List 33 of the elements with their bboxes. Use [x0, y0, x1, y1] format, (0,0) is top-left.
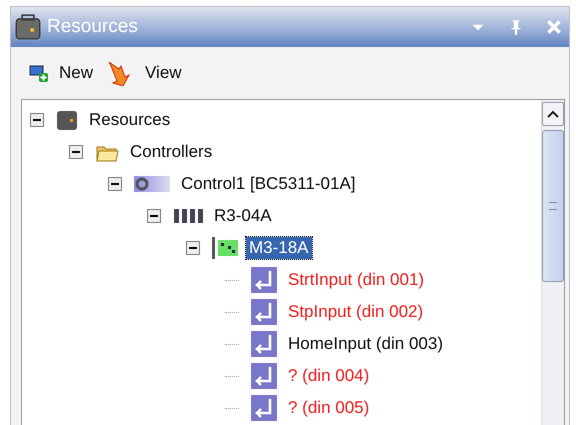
enter-icon — [251, 395, 277, 421]
scroll-thumb[interactable] — [542, 130, 564, 282]
close-icon[interactable] — [545, 18, 563, 36]
tree-item[interactable]: Resources — [86, 109, 174, 131]
briefcase-icon — [56, 109, 78, 131]
scrollbar[interactable] — [541, 100, 564, 425]
collapse-icon[interactable] — [30, 113, 44, 127]
enter-icon — [251, 331, 277, 357]
collapse-icon[interactable] — [69, 145, 83, 159]
window-title: Resources — [47, 16, 138, 38]
tree-item[interactable]: HomeInput (din 003) — [285, 333, 446, 355]
controller-icon — [134, 176, 170, 192]
tree-item[interactable]: Controllers — [127, 141, 216, 163]
view-button[interactable]: View — [103, 56, 186, 90]
collapse-icon[interactable] — [108, 177, 122, 191]
enter-icon — [251, 267, 277, 293]
tree-item[interactable]: ? (din 004) — [285, 365, 372, 387]
tree-item[interactable]: Control1 [BC5311-01A] — [178, 173, 359, 195]
collapse-icon[interactable] — [186, 241, 200, 255]
add-screen-icon — [29, 63, 49, 83]
rack-icon — [173, 208, 203, 224]
tree-item[interactable]: M3-18A — [246, 237, 312, 259]
module-icon — [212, 237, 238, 259]
briefcase-icon — [15, 14, 41, 40]
scroll-up-button[interactable] — [542, 102, 564, 126]
enter-icon — [251, 363, 277, 389]
tree-item[interactable]: R3-04A — [211, 205, 275, 227]
tree-item[interactable]: ? (din 005) — [285, 397, 372, 419]
enter-icon — [251, 299, 277, 325]
tree-item[interactable]: StrtInput (din 001) — [285, 269, 428, 291]
collapse-icon[interactable] — [147, 209, 161, 223]
tree-item[interactable]: StpInput (din 002) — [285, 301, 426, 323]
new-button[interactable]: New — [25, 59, 98, 87]
